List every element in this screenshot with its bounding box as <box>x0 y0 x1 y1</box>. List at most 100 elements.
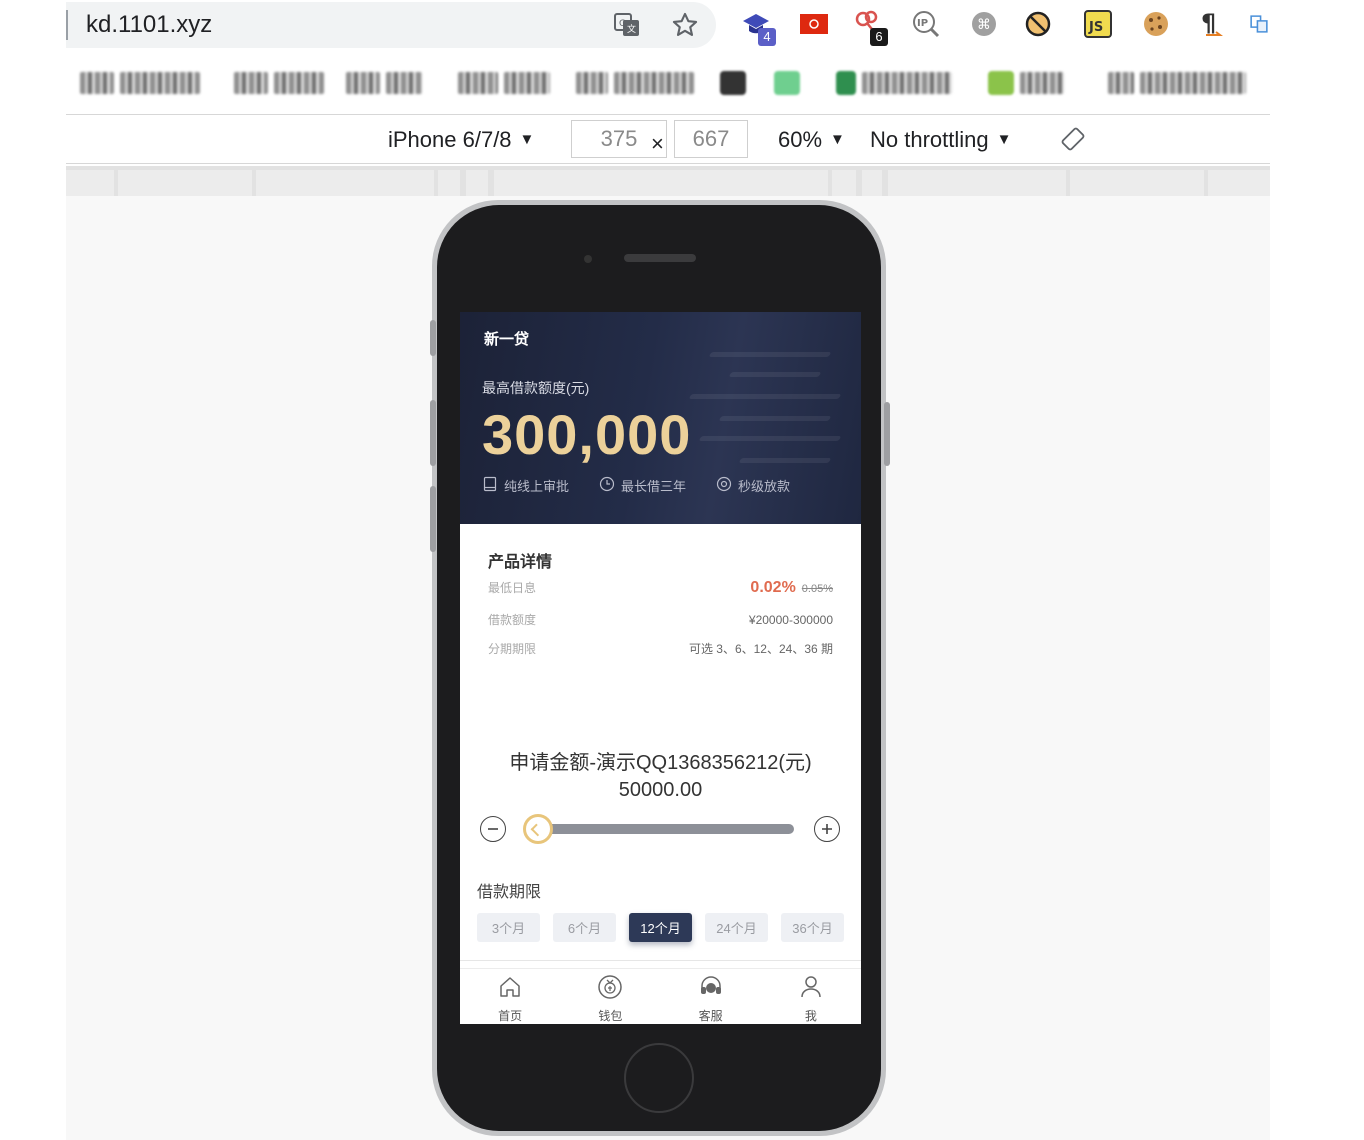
ruler-segment[interactable] <box>1070 170 1204 196</box>
tab-label: 钱包 <box>598 1009 623 1023</box>
headset-icon <box>698 974 724 1005</box>
limit-value: 300,000 <box>482 403 692 466</box>
device-name: iPhone 6/7/8 <box>388 127 512 152</box>
cookie-icon[interactable] <box>1140 8 1172 40</box>
details-title: 产品详情 <box>488 554 553 571</box>
ruler-segment[interactable] <box>66 170 114 196</box>
throttling-select[interactable]: No throttling ▼ <box>870 127 1011 153</box>
tab-me[interactable]: 我 <box>761 972 861 1024</box>
amount-slider-track[interactable] <box>526 824 794 834</box>
volume-up-button <box>430 400 436 466</box>
bookmark-item[interactable] <box>988 70 1064 96</box>
ruler-segment[interactable] <box>494 170 828 196</box>
rotate-icon[interactable] <box>1060 126 1086 158</box>
ip-lookup-icon[interactable]: IP <box>910 8 942 40</box>
extension-badge: 6 <box>870 28 888 46</box>
amount-slider-thumb[interactable] <box>523 814 554 844</box>
term-option-36[interactable]: 36个月 <box>781 913 844 942</box>
svg-text:¶: ¶ <box>1201 9 1216 37</box>
bookmark-item[interactable] <box>774 70 800 96</box>
app-brand: 新一贷 <box>484 331 530 348</box>
mute-switch <box>430 320 436 356</box>
increase-button[interactable] <box>814 816 840 842</box>
translate-icon[interactable] <box>1248 8 1270 40</box>
bookmark-item[interactable] <box>80 70 200 96</box>
device-select[interactable]: iPhone 6/7/8 ▼ <box>388 127 534 153</box>
svg-text:⌘: ⌘ <box>977 17 991 33</box>
bottom-tab-bar: 首页 钱包 客服 我 <box>460 972 861 1024</box>
target-icon <box>716 476 732 495</box>
ruler-segment[interactable] <box>1208 170 1270 196</box>
bookmark-item[interactable] <box>720 70 746 96</box>
term-option-6[interactable]: 6个月 <box>553 913 616 942</box>
tab-label: 首页 <box>498 1009 523 1023</box>
feature-list: 纯线上审批 最长借三年 秒级放款 <box>482 476 790 495</box>
feature-label: 纯线上审批 <box>504 479 570 494</box>
bookmark-star-icon[interactable] <box>670 10 700 40</box>
feature-label: 秒级放款 <box>738 479 791 494</box>
bookmark-item[interactable] <box>234 70 324 96</box>
bookmark-item[interactable] <box>576 70 694 96</box>
browser-toolbar: kd.1101.xyz G文 4 6 IP ⌘ JS ¶ <box>0 0 1364 52</box>
media-query-ruler <box>66 166 1270 196</box>
detail-key: 分期期限 <box>488 642 537 656</box>
zoom-select[interactable]: 60% ▼ <box>778 127 845 153</box>
divider <box>460 960 861 961</box>
plus-icon <box>822 824 832 834</box>
detail-row-amount: 借款额度 ¥20000-300000 <box>488 611 833 628</box>
pilcrow-icon[interactable]: ¶ <box>1196 8 1228 40</box>
tab-wallet[interactable]: 钱包 <box>560 972 660 1024</box>
key-icon[interactable]: 6 <box>852 8 888 46</box>
svg-text:JS: JS <box>1088 20 1103 35</box>
user-icon <box>798 974 824 1005</box>
dropdown-caret-icon: ▼ <box>519 131 535 148</box>
decrease-button[interactable] <box>480 816 506 842</box>
tab-label: 客服 <box>698 1009 723 1023</box>
bookmark-item[interactable] <box>1108 70 1246 96</box>
ruler-segment[interactable] <box>256 170 434 196</box>
tab-label: 我 <box>804 1009 817 1023</box>
tab-service[interactable]: 客服 <box>661 972 761 1024</box>
bookmarks-bar <box>66 56 1270 108</box>
svg-text:IP: IP <box>917 18 928 29</box>
bookmark-item[interactable] <box>458 70 550 96</box>
ruler-segment[interactable] <box>438 170 460 196</box>
throttling-value: No throttling <box>870 127 989 152</box>
detail-row-period: 分期期限 可选 3、6、12、24、36 期 <box>488 640 833 657</box>
ruler-segment[interactable] <box>832 170 856 196</box>
ruler-segment[interactable] <box>118 170 252 196</box>
ruler-segment[interactable] <box>466 170 488 196</box>
translate-page-icon[interactable]: G文 <box>612 10 642 40</box>
bookmark-item[interactable] <box>836 70 952 96</box>
book-icon <box>482 476 498 495</box>
term-option-3[interactable]: 3个月 <box>477 913 540 942</box>
hero-banner: 新一贷 最高借款额度(元) 300,000 纯线上审批 最长借三年 秒级放款 <box>460 312 861 524</box>
grad-cap-icon[interactable]: 4 <box>740 8 776 46</box>
ruler-segment[interactable] <box>862 170 882 196</box>
term-option-12[interactable]: 12个月 <box>629 913 692 942</box>
command-icon[interactable]: ⌘ <box>968 8 1000 40</box>
extension-badge: 4 <box>758 28 776 46</box>
apply-title: 申请金额-演示QQ1368356212(元) <box>509 752 812 774</box>
tab-home[interactable]: 首页 <box>460 972 560 1024</box>
term-option-24[interactable]: 24个月 <box>705 913 768 942</box>
amount-range: ¥20000-300000 <box>748 613 833 627</box>
height-input[interactable]: 667 <box>674 120 748 158</box>
rate-value: 0.02% <box>750 579 796 596</box>
clock-icon <box>599 476 615 495</box>
js-icon[interactable]: JS <box>1082 8 1114 40</box>
power-button <box>884 402 890 466</box>
url-text[interactable]: kd.1101.xyz <box>86 11 212 39</box>
ruler-segment[interactable] <box>888 170 1066 196</box>
zoom-value: 60% <box>778 127 823 152</box>
hk-flag-icon[interactable] <box>798 8 830 40</box>
rate-old-value: 0.05% <box>801 583 833 595</box>
earpiece-speaker <box>624 254 696 262</box>
apply-amount: 50000.00 <box>618 779 703 801</box>
term-label: 借款期限 <box>477 884 542 901</box>
period-options: 可选 3、6、12、24、36 期 <box>688 642 833 656</box>
home-button[interactable] <box>624 1043 694 1113</box>
feature-item: 最长借三年 <box>599 476 686 495</box>
block-icon[interactable] <box>1022 8 1054 40</box>
bookmark-item[interactable] <box>346 70 422 96</box>
